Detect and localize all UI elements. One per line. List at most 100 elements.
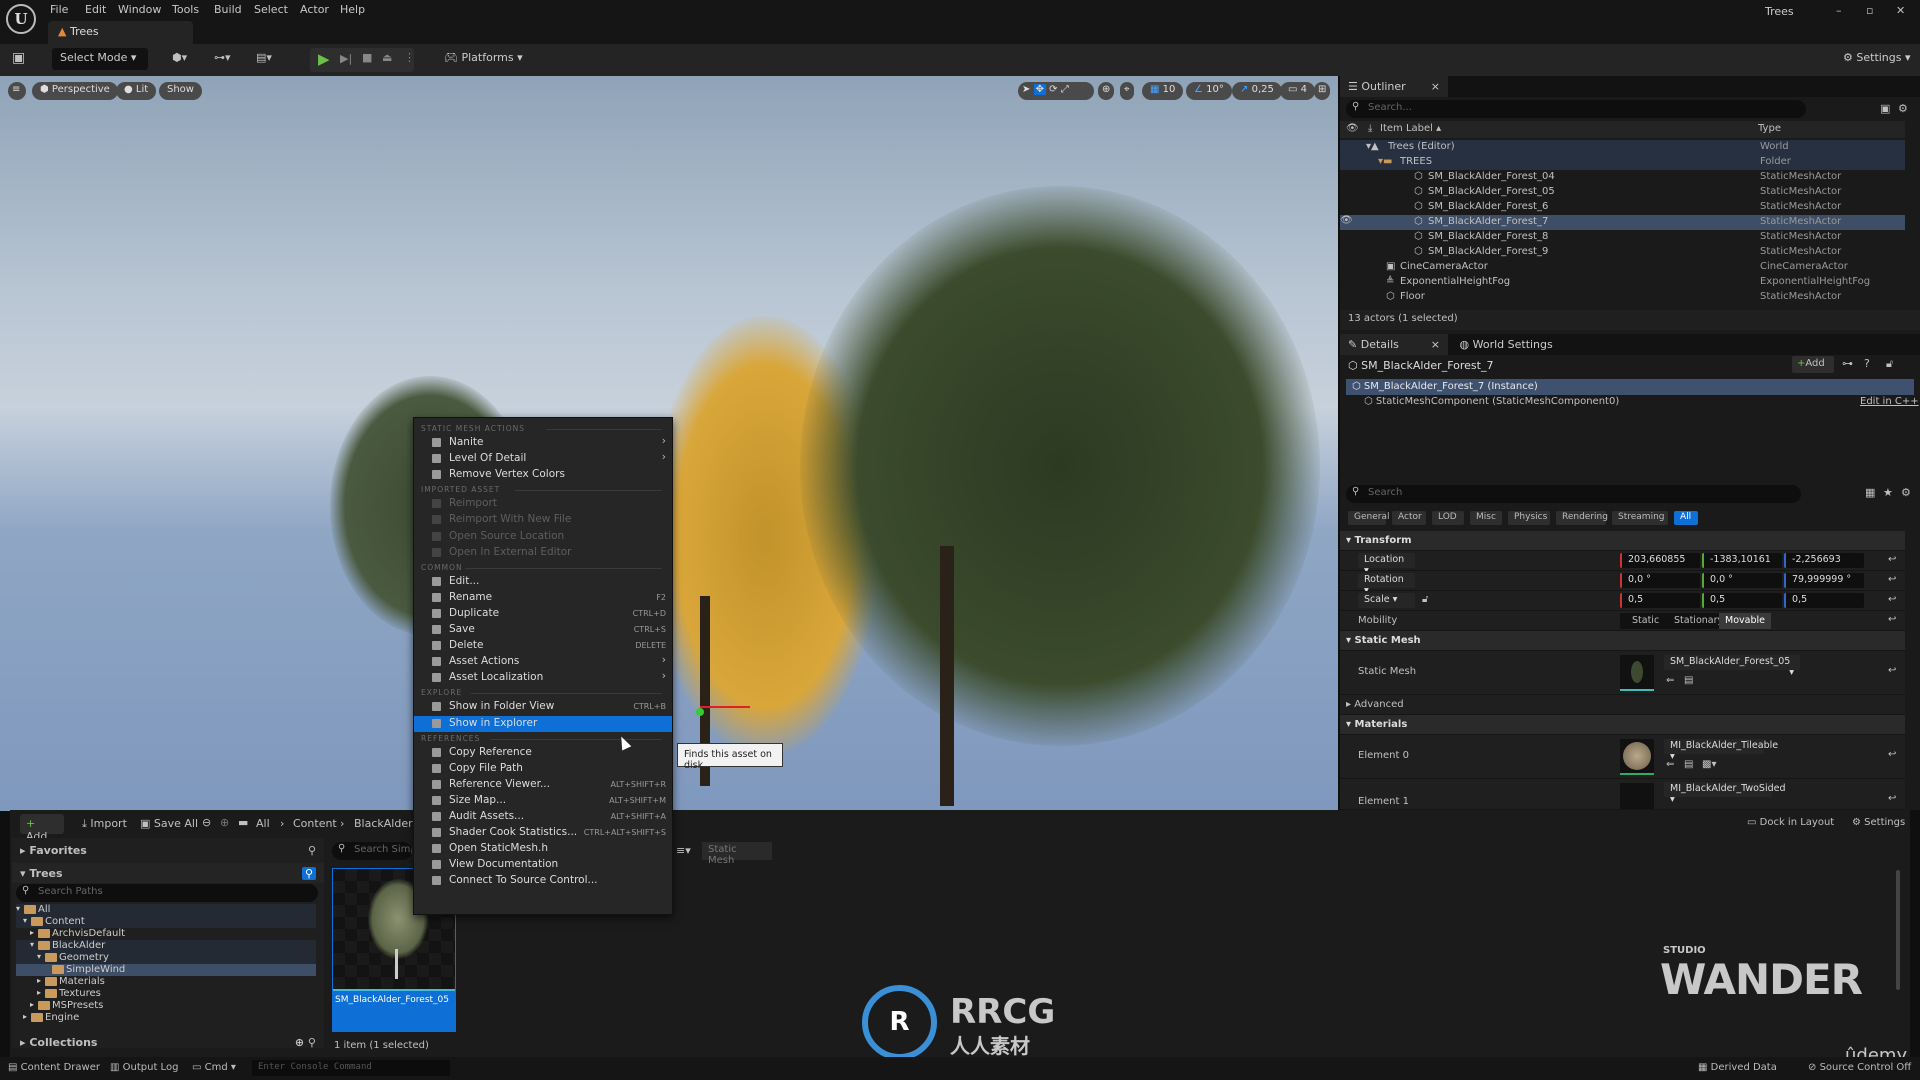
output-log-button[interactable]: ▥ Output Log (110, 1062, 178, 1073)
reset-icon[interactable]: ↩ (1888, 614, 1896, 625)
add-folder-icon[interactable]: ▣ (1880, 102, 1890, 115)
scale-lock-icon[interactable]: 🔓︎ (1422, 594, 1428, 605)
expand-arrow-icon[interactable]: ▾ (30, 940, 34, 949)
blueprint-convert-icon[interactable]: ⊶ (1842, 357, 1853, 370)
menu-item-nanite[interactable]: Nanite › (414, 435, 672, 451)
static-mesh-section[interactable]: ▾ Static Mesh (1340, 631, 1905, 651)
instance-row[interactable]: ⬡ SM_BlackAlder_Forest_7 (Instance) (1346, 379, 1914, 395)
folder-tree-item[interactable]: ▸ Engine (16, 1012, 316, 1024)
details-tab[interactable]: ✎ Details × (1340, 334, 1448, 355)
material-picker[interactable]: MI_BlackAlder_TwoSided ▾ (1664, 782, 1786, 805)
add-button[interactable]: + Add (20, 814, 64, 843)
expand-arrow-icon[interactable]: ▾ (37, 952, 41, 961)
blueprint-icon[interactable]: ⊶▾ (214, 51, 231, 64)
content-drawer-button[interactable]: ▤ Content Drawer (8, 1062, 100, 1073)
move-tool-icon[interactable]: ✥ (1033, 84, 1046, 95)
folder-tree-item[interactable]: ▸ MSPresets (16, 1000, 316, 1012)
breadcrumb-content[interactable]: Content (293, 817, 337, 830)
select-tool-icon[interactable]: ➤ (1022, 84, 1030, 95)
menu-item-level-of-detail[interactable]: Level Of Detail › (414, 451, 672, 467)
filter-icon[interactable]: ≡▾ (676, 844, 691, 857)
folder-tree-item[interactable]: SimpleWind (16, 964, 316, 976)
unreal-logo[interactable]: U (6, 4, 36, 34)
menu-item-view-documentation[interactable]: View Documentation (414, 857, 672, 873)
viewport-menu-icon[interactable]: ≡ (8, 82, 26, 100)
filter-actor[interactable]: Actor (1392, 511, 1426, 525)
rotation-dropdown[interactable]: Rotation ▾ (1358, 573, 1415, 596)
play-icon[interactable]: ▶ (318, 50, 330, 68)
more-icon[interactable]: ⋮ (404, 51, 415, 64)
outliner-search[interactable]: ⚲ Search... (1346, 100, 1806, 118)
rotation-snap[interactable]: ∠ 10° (1186, 82, 1232, 100)
folder-tree-item[interactable]: ▾ All (16, 904, 316, 916)
menu-item-save[interactable]: Save CTRL+S (414, 622, 672, 638)
outliner-tab[interactable]: ☰ Outliner × (1340, 76, 1448, 97)
menu-item-remove-vertex-colors[interactable]: Remove Vertex Colors (414, 467, 672, 483)
rotation-z[interactable]: 79,999999 ° (1784, 573, 1864, 588)
cmd-dropdown[interactable]: ▭ Cmd ▾ (192, 1062, 236, 1073)
location-dropdown[interactable]: Location ▾ (1358, 553, 1415, 576)
eject-icon[interactable]: ⏏ (382, 51, 392, 64)
scale-y[interactable]: 0,5 (1702, 593, 1782, 608)
menu-actor[interactable]: Actor (300, 3, 329, 16)
outliner-row[interactable]: ⬡ Floor StaticMeshActor (1340, 290, 1905, 305)
outliner-row[interactable]: ⬡ SM_BlackAlder_Forest_8 StaticMeshActor (1340, 230, 1905, 245)
folder-tree-item[interactable]: ▾ Geometry (16, 952, 316, 964)
reset-icon[interactable]: ↩ (1888, 665, 1896, 676)
surface-snap-icon[interactable]: ⌖ (1120, 82, 1134, 100)
filter-rendering[interactable]: Rendering (1556, 511, 1608, 525)
menu-tools[interactable]: Tools (172, 3, 199, 16)
transform-section[interactable]: ▾ Transform (1340, 531, 1905, 551)
filter-streaming[interactable]: Streaming (1612, 511, 1668, 525)
rotate-tool-icon[interactable]: ⟳ (1049, 84, 1057, 95)
menu-item-reference-viewer[interactable]: Reference Viewer... ALT+SHIFT+R (414, 777, 672, 793)
scale-z[interactable]: 0,5 (1784, 593, 1864, 608)
menu-item-open-staticmesh-h[interactable]: Open StaticMesh.h (414, 841, 672, 857)
visibility-eye-icon[interactable]: 👁︎ (1340, 215, 1353, 226)
folder-tree-item[interactable]: ▸ ArchvisDefault (16, 928, 316, 940)
world-local-icon[interactable]: ⊕ (1098, 82, 1115, 100)
outliner-row[interactable]: ⬡ SM_BlackAlder_Forest_6 StaticMeshActor (1340, 200, 1905, 215)
search-paths-input[interactable]: ⚲ Search Paths (16, 884, 318, 902)
import-button[interactable]: ⤓ Import (82, 817, 127, 831)
expand-arrow-icon[interactable]: ▸ (37, 988, 41, 997)
trees-section[interactable]: ▾ Trees ⚲ (12, 863, 324, 883)
material-thumbnail[interactable] (1620, 739, 1654, 775)
details-search[interactable]: ⚲ Search (1346, 485, 1801, 503)
gizmo-x-axis[interactable] (700, 706, 750, 708)
menu-item-show-in-explorer[interactable]: Show in Explorer (414, 715, 672, 732)
outliner-row[interactable]: ▾▬ TREES Folder (1340, 155, 1905, 170)
document-tab-trees[interactable]: ▲ Trees (48, 21, 193, 44)
world-settings-tab[interactable]: ◍ World Settings (1452, 334, 1561, 355)
platforms-dropdown[interactable]: 🎮︎ Platforms ▾ (436, 48, 531, 70)
scrollbar[interactable] (1896, 870, 1900, 990)
item-label-header[interactable]: Item Label ▴ (1380, 123, 1441, 134)
menu-item-connect-to-source-control[interactable]: Connect To Source Control... (414, 873, 672, 889)
grid-snap[interactable]: ▦ 10 (1142, 82, 1184, 100)
menu-select[interactable]: Select (254, 3, 288, 16)
derived-data-button[interactable]: ▦ Derived Data (1698, 1062, 1777, 1073)
gizmo-y-axis[interactable] (696, 708, 704, 716)
expand-arrow-icon[interactable]: ▸ (37, 976, 41, 985)
menu-item-shader-cook-statistics[interactable]: Shader Cook Statistics... CTRL+ALT+SHIFT+… (414, 825, 672, 841)
scale-tool-icon[interactable]: ⤢ (1061, 84, 1069, 95)
use-selected-icon[interactable]: ⇐ (1666, 675, 1674, 686)
menu-item-copy-file-path[interactable]: Copy File Path (414, 761, 672, 777)
material-thumbnail[interactable] (1620, 783, 1654, 809)
location-z[interactable]: -2,256693 (1784, 553, 1864, 568)
expand-arrow-icon[interactable]: ▸ (23, 1012, 27, 1021)
source-control-button[interactable]: ⊘ Source Control Off (1808, 1062, 1911, 1073)
menu-item-audit-assets[interactable]: Audit Assets... ALT+SHIFT+A (414, 809, 672, 825)
breadcrumb-all[interactable]: All (256, 817, 270, 830)
menu-item-delete[interactable]: Delete DELETE (414, 638, 672, 654)
menu-item-rename[interactable]: Rename F2 (414, 590, 672, 606)
outliner-settings-icon[interactable]: ⚙ (1898, 102, 1908, 115)
location-y[interactable]: -1383,10161 (1702, 553, 1782, 568)
minimize-icon[interactable]: – (1836, 4, 1842, 17)
menu-item-asset-localization[interactable]: Asset Localization › (414, 670, 672, 686)
lock-icon[interactable]: 🔓︎ (1886, 357, 1893, 371)
expand-arrow-icon[interactable]: ▾ (23, 916, 27, 925)
outliner-row[interactable]: ▣ CineCameraActor CineCameraActor (1340, 260, 1905, 275)
menu-item-duplicate[interactable]: Duplicate CTRL+D (414, 606, 672, 622)
scale-x[interactable]: 0,5 (1620, 593, 1700, 608)
